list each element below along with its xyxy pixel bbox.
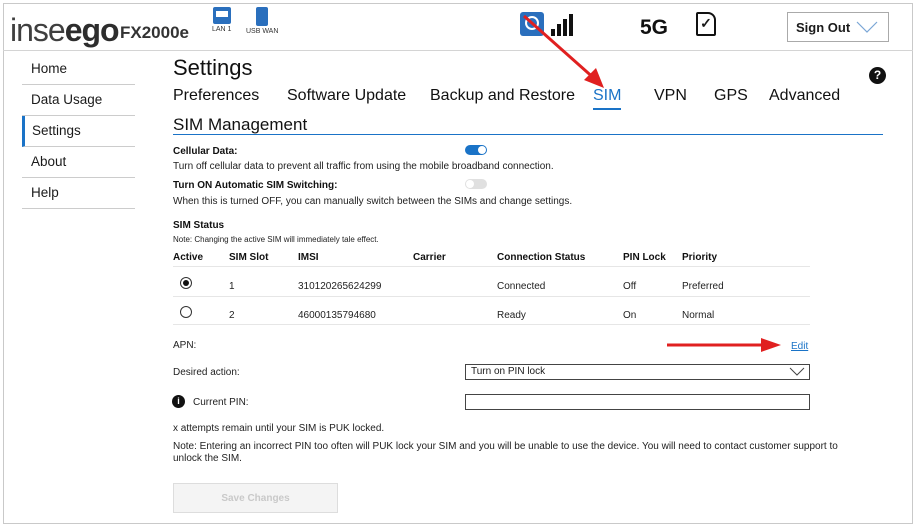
sim-slot-cell: 1	[229, 281, 235, 292]
desired-action-value: Turn on PIN lock	[471, 366, 546, 377]
column-header-pin-lock: PIN Lock	[623, 252, 666, 263]
current-pin-label: Current PIN:	[193, 397, 249, 408]
puk-warning-text: Note: Entering an incorrect PIN too ofte…	[173, 441, 838, 464]
column-header-sim-slot: SIM Slot	[229, 252, 269, 263]
tab-software-update[interactable]: Software Update	[287, 87, 406, 105]
priority-cell: Normal	[682, 310, 715, 321]
sim-status-note: Note: Changing the active SIM will immed…	[173, 235, 379, 244]
imsi-cell: 310120265624299	[298, 281, 382, 292]
pin-lock-cell: On	[623, 310, 637, 321]
connection-status-cell: Ready	[497, 310, 526, 321]
desired-action-select[interactable]: Turn on PIN lock	[465, 364, 810, 380]
chevron-down-icon	[789, 367, 805, 376]
usb-icon	[256, 7, 269, 26]
current-pin-input[interactable]	[465, 394, 810, 410]
tab-advanced[interactable]: Advanced	[769, 87, 840, 105]
auto-switch-description: When this is turned OFF, you can manuall…	[173, 196, 573, 207]
section-title: SIM Management	[173, 115, 308, 134]
lan-icon	[212, 7, 231, 24]
tab-gps[interactable]: GPS	[714, 87, 748, 105]
tab-preferences[interactable]: Preferences	[173, 87, 259, 105]
network-type: 5G	[640, 16, 669, 39]
lan-port-status: LAN 1	[212, 7, 231, 33]
sign-out-button[interactable]: Sign Out	[787, 12, 889, 42]
inseego-logo: inseego	[10, 12, 120, 48]
cellular-data-toggle[interactable]	[465, 145, 487, 155]
column-header-active: Active	[173, 252, 204, 263]
tab-vpn[interactable]: VPN	[654, 87, 687, 105]
column-header-carrier: Carrier	[413, 252, 446, 263]
info-icon: i	[172, 395, 185, 408]
cellular-data-description: Turn off cellular data to prevent all tr…	[173, 161, 554, 172]
chevron-down-icon	[856, 21, 878, 33]
section-divider	[173, 134, 883, 135]
active-sim-radio-2[interactable]	[180, 306, 192, 318]
attempts-remaining-text: x attempts remain until your SIM is PUK …	[173, 423, 385, 434]
column-header-connection-status: Connection Status	[497, 252, 586, 263]
header-divider	[3, 50, 913, 51]
priority-cell: Preferred	[682, 281, 724, 292]
desired-action-label: Desired action:	[173, 367, 240, 378]
auto-switch-label: Turn ON Automatic SIM Switching:	[173, 180, 338, 191]
sim-slot-cell: 2	[229, 310, 235, 321]
active-sim-radio-1[interactable]	[180, 277, 192, 289]
help-icon[interactable]: ?	[869, 67, 886, 84]
table-header-divider	[173, 266, 810, 267]
device-model: FX2000e	[120, 23, 189, 42]
cellular-data-label: Cellular Data:	[173, 146, 238, 157]
usb-label: USB WAN	[246, 28, 279, 35]
connection-status-cell: Connected	[497, 281, 546, 292]
table-row-divider	[173, 324, 810, 325]
column-header-imsi: IMSI	[298, 252, 319, 263]
sign-out-label: Sign Out	[796, 19, 851, 35]
apn-label: APN:	[173, 340, 197, 351]
annotation-arrow-to-sim-tab	[523, 14, 604, 88]
apn-edit-link[interactable]: Edit	[791, 341, 808, 352]
sidebar-item-about[interactable]: About	[22, 147, 135, 178]
sidebar-item-help[interactable]: Help	[22, 178, 135, 209]
sidebar-item-data-usage[interactable]: Data Usage	[22, 85, 135, 116]
tab-sim[interactable]: SIM	[593, 87, 622, 110]
sim-card-icon: ✓	[696, 12, 716, 36]
page-title: Settings	[173, 55, 253, 80]
column-header-priority: Priority	[682, 252, 718, 263]
annotation-arrow-to-edit-link	[667, 338, 781, 352]
table-row-divider	[173, 296, 810, 297]
sidebar-item-home[interactable]: Home	[22, 54, 135, 85]
usb-port-status: USB WAN	[246, 7, 278, 35]
lan-label: LAN 1	[212, 26, 232, 33]
sim-status-title: SIM Status	[173, 220, 225, 231]
sidebar-item-settings[interactable]: Settings	[22, 116, 135, 147]
save-changes-button[interactable]: Save Changes	[173, 483, 338, 513]
sidebar: Home Data Usage Settings About Help	[22, 54, 135, 209]
imsi-cell: 46000135794680	[298, 310, 376, 321]
pin-lock-cell: Off	[623, 281, 637, 292]
auto-switch-toggle[interactable]	[465, 179, 487, 189]
